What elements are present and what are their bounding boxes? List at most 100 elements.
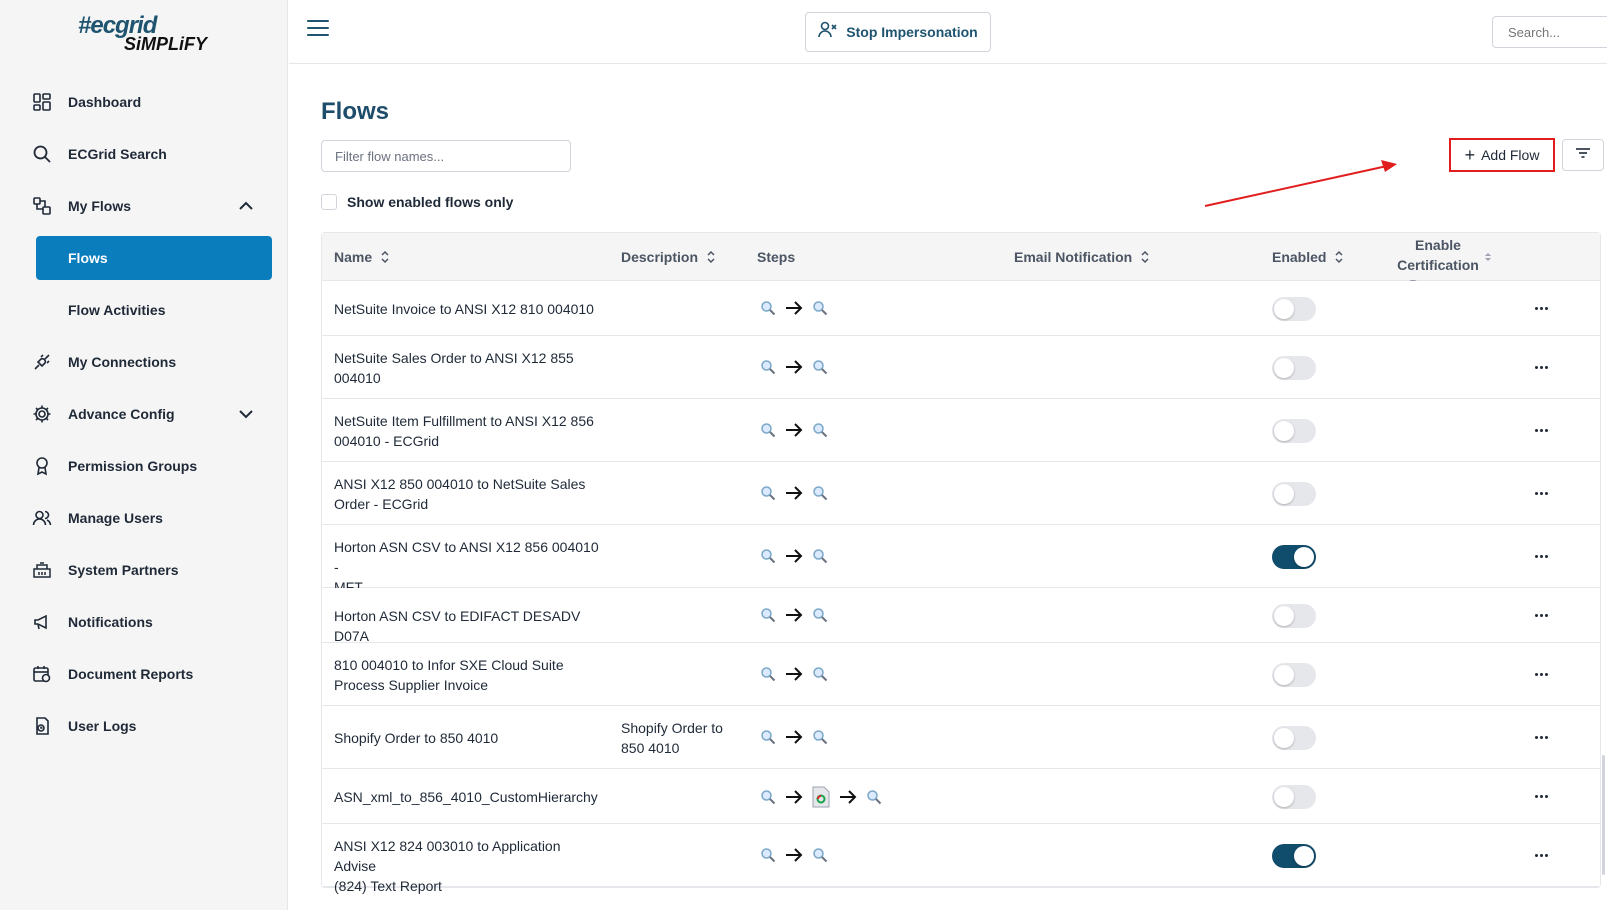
sidebar-item-permission-groups[interactable]: Permission Groups: [0, 440, 288, 492]
flow-name-line: 004010 - ECGrid: [334, 432, 440, 449]
show-enabled-only-toggle[interactable]: Show enabled flows only: [321, 194, 513, 210]
column-header-email-notification[interactable]: Email Notification: [1014, 233, 1150, 281]
row-actions-more-icon[interactable]: [1528, 421, 1554, 441]
row-actions-more-icon[interactable]: [1528, 665, 1554, 685]
source-step-icon[interactable]: [760, 485, 776, 501]
plug-icon: [30, 350, 54, 374]
sidebar-subitem-flows[interactable]: Flows: [36, 236, 272, 280]
row-actions-more-icon[interactable]: [1528, 299, 1554, 319]
flows-icon: [30, 194, 54, 218]
enabled-toggle[interactable]: [1272, 725, 1316, 750]
arrow-right-icon: [784, 605, 804, 625]
source-step-icon[interactable]: [760, 789, 776, 805]
sidebar-item-my-connections[interactable]: My Connections: [0, 336, 288, 388]
target-step-icon[interactable]: [812, 300, 828, 316]
target-step-icon[interactable]: [812, 666, 828, 682]
table-row[interactable]: Horton ASN CSV to EDIFACT DESADV D07A: [322, 588, 1600, 646]
table-row[interactable]: NetSuite Invoice to ANSI X12 810 004010: [322, 281, 1600, 336]
enabled-toggle[interactable]: [1272, 843, 1316, 868]
chevron-down-icon[interactable]: [236, 404, 256, 424]
sidebar-item-manage-users[interactable]: Manage Users: [0, 492, 288, 544]
sidebar-item-user-logs[interactable]: User Logs: [0, 700, 288, 752]
stop-impersonation-button[interactable]: Stop Impersonation: [805, 12, 991, 52]
toggle-knob: [1294, 546, 1314, 567]
sidebar-item-ecgrid-search[interactable]: ECGrid Search: [0, 128, 288, 180]
sidebar-item-advance-config[interactable]: Advance Config: [0, 388, 288, 440]
sidebar-item-my-flows[interactable]: My Flows: [0, 180, 288, 232]
table-row[interactable]: ANSI X12 850 004010 to NetSuite Sales Ord…: [322, 462, 1600, 525]
add-flow-button[interactable]: + Add Flow: [1449, 138, 1555, 172]
sidebar-item-label: Manage Users: [68, 510, 163, 526]
column-header-label: Enable: [1415, 237, 1461, 253]
row-actions-more-icon[interactable]: [1528, 484, 1554, 504]
row-actions-more-icon[interactable]: [1528, 547, 1554, 567]
sidebar-item-dashboard[interactable]: Dashboard: [0, 76, 288, 128]
sidebar-item-notifications[interactable]: Notifications: [0, 596, 288, 648]
source-step-icon[interactable]: [760, 300, 776, 316]
enabled-toggle[interactable]: [1272, 296, 1316, 321]
target-step-icon[interactable]: [812, 548, 828, 564]
source-step-icon[interactable]: [760, 548, 776, 564]
show-enabled-only-checkbox[interactable]: [321, 194, 337, 210]
table-row[interactable]: Shopify Order to 850 4010 Shopify Order t…: [322, 706, 1600, 769]
row-actions-more-icon[interactable]: [1528, 358, 1554, 378]
target-step-icon[interactable]: [866, 789, 882, 805]
flow-name-cell: Horton ASN CSV to EDIFACT DESADV D07A: [334, 606, 604, 646]
enabled-toggle[interactable]: [1272, 418, 1316, 443]
table-row[interactable]: Horton ASN CSV to ANSI X12 856 004010 -M…: [322, 525, 1600, 595]
source-step-icon[interactable]: [760, 847, 776, 863]
target-step-icon[interactable]: [812, 422, 828, 438]
enabled-toggle[interactable]: [1272, 603, 1316, 628]
source-step-icon[interactable]: [760, 359, 776, 375]
enabled-toggle[interactable]: [1272, 784, 1316, 809]
flow-steps: [760, 727, 828, 747]
page-scrollbar[interactable]: [1602, 755, 1605, 875]
target-step-icon[interactable]: [812, 729, 828, 745]
row-actions-more-icon[interactable]: [1528, 728, 1554, 748]
flow-name-line: ASN_xml_to_856_4010_CustomHierarchy: [334, 788, 598, 805]
source-step-icon[interactable]: [760, 666, 776, 682]
sidebar-item-label: My Flows: [68, 198, 132, 214]
row-actions-more-icon[interactable]: [1528, 787, 1554, 807]
hamburger-menu-icon[interactable]: [307, 20, 329, 42]
top-bar: Stop Impersonation: [289, 0, 1607, 64]
filter-flow-names-input[interactable]: [321, 140, 571, 172]
source-step-icon[interactable]: [760, 422, 776, 438]
column-header-description[interactable]: Description: [621, 233, 716, 281]
filter-options-button[interactable]: [1562, 139, 1604, 171]
table-row[interactable]: NetSuite Item Fulfillment to ANSI X12 85…: [322, 399, 1600, 462]
target-step-icon[interactable]: [812, 847, 828, 863]
dashboard-icon: [30, 90, 54, 114]
table-row[interactable]: ANSI X12 824 003010 to Application Advis…: [322, 824, 1600, 894]
sort-icon[interactable]: [1484, 251, 1492, 263]
brand-line2: SiMPLiFY: [124, 34, 208, 54]
column-header-name[interactable]: Name: [334, 233, 390, 281]
chevron-up-icon[interactable]: [236, 196, 256, 216]
global-search-input[interactable]: [1492, 16, 1607, 48]
main-content: Flows + Add Flow Show enabled flows only: [321, 64, 1607, 910]
table-row[interactable]: NetSuite Sales Order to ANSI X12 855 0040…: [322, 336, 1600, 399]
row-actions-more-icon[interactable]: [1528, 606, 1554, 626]
sidebar-item-label: System Partners: [68, 562, 179, 578]
column-header-enabled[interactable]: Enabled: [1272, 233, 1344, 281]
sidebar-subitem-flow-activities[interactable]: Flow Activities: [0, 284, 288, 336]
flow-name-cell: ANSI X12 850 004010 to NetSuite Sales Ord…: [334, 474, 604, 514]
target-step-icon[interactable]: [812, 485, 828, 501]
sidebar-item-document-reports[interactable]: Document Reports: [0, 648, 288, 700]
toggle-knob: [1274, 298, 1294, 319]
enabled-toggle[interactable]: [1272, 544, 1316, 569]
transform-document-icon[interactable]: [812, 786, 830, 808]
flow-name-cell: Shopify Order to 850 4010: [334, 728, 604, 748]
source-step-icon[interactable]: [760, 729, 776, 745]
sidebar-item-system-partners[interactable]: System Partners: [0, 544, 288, 596]
enabled-toggle[interactable]: [1272, 662, 1316, 687]
table-row[interactable]: 810 004010 to Infor SXE Cloud Suite Proce…: [322, 643, 1600, 706]
source-step-icon[interactable]: [760, 607, 776, 623]
table-row[interactable]: ASN_xml_to_856_4010_CustomHierarchy: [322, 769, 1600, 824]
target-step-icon[interactable]: [812, 359, 828, 375]
enabled-toggle[interactable]: [1272, 355, 1316, 380]
enabled-toggle[interactable]: [1272, 481, 1316, 506]
target-step-icon[interactable]: [812, 607, 828, 623]
brand-logo[interactable]: #ecgrid SiMPLiFY: [78, 12, 218, 56]
row-actions-more-icon[interactable]: [1528, 846, 1554, 866]
